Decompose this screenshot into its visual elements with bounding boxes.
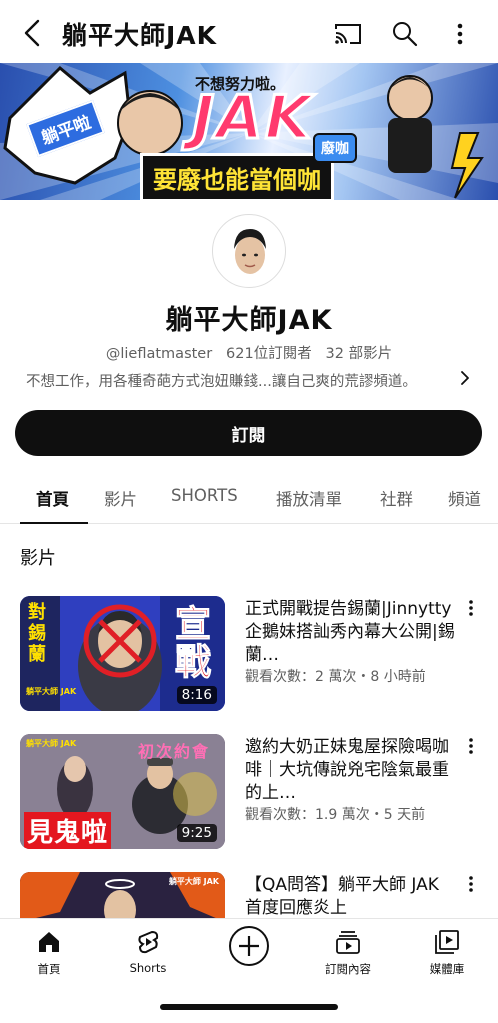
nav-subscriptions[interactable]: 訂閱內容: [308, 929, 388, 977]
nav-label: Shorts: [129, 961, 167, 975]
more-vert-icon[interactable]: [464, 874, 478, 894]
avatar-face: [234, 229, 266, 274]
section-heading: 影片: [20, 548, 56, 569]
banner-slogan: 要廢也能當個咖: [140, 153, 334, 200]
nav-library[interactable]: 媒體庫: [407, 929, 487, 977]
thumbnail-brand: 躺平大師 JAK: [26, 687, 77, 696]
channel-avatar[interactable]: [212, 214, 286, 288]
nav-label: 訂閱內容: [325, 962, 371, 976]
video-thumbnail[interactable]: 對錫蘭 宣戰 躺平大師 JAK 8:16: [20, 596, 225, 711]
chevron-right-icon[interactable]: [458, 369, 472, 387]
subscribe-button[interactable]: 訂閱: [15, 410, 482, 456]
subscriptions-icon: [336, 931, 360, 954]
video-thumbnail[interactable]: 初次約會 見鬼啦 躺平大師 JAK 9:25: [20, 734, 225, 849]
tab-home[interactable]: 首頁: [36, 486, 69, 510]
video-title[interactable]: 邀約大奶正妹鬼屋探險喝咖啡｜大坑傳說兇宅陰氣最重的上…: [245, 736, 455, 805]
nav-home[interactable]: 首頁: [9, 929, 89, 977]
nav-shorts[interactable]: Shorts: [108, 929, 188, 975]
video-item[interactable]: 對錫蘭 宣戰 躺平大師 JAK 8:16 正式開戰提告錫蘭|Jinnytty企鵝…: [0, 596, 498, 716]
page-title: 躺平大師JAK: [62, 21, 218, 50]
video-item[interactable]: 躺平大師 JAK 【QA問答】躺平大師 JAK 首度回應炎上: [0, 872, 498, 918]
more-vert-icon[interactable]: [450, 20, 470, 48]
channel-meta: @lieflatmaster 621位訂閱者 32 部影片: [0, 342, 498, 363]
video-count: 32 部影片: [325, 346, 393, 362]
channel-handle: @lieflatmaster: [105, 346, 213, 362]
thumbnail-brand: 躺平大師 JAK: [26, 739, 77, 748]
tab-shorts[interactable]: SHORTS: [171, 486, 238, 505]
video-meta: 觀看次數：2 萬次・8 小時前: [245, 669, 426, 685]
tab-channels[interactable]: 頻道: [448, 486, 481, 510]
thumbnail-text: 見鬼啦: [24, 812, 112, 849]
home-icon: [39, 932, 59, 952]
tab-community[interactable]: 社群: [380, 486, 413, 510]
video-title[interactable]: 【QA問答】躺平大師 JAK 首度回應炎上: [245, 874, 455, 918]
thumbnail-brand: 躺平大師 JAK: [168, 877, 219, 886]
channel-banner: 不想努力啦。 JAK 要廢也能當個咖 躺平啦 廢咖: [0, 63, 498, 200]
nav-label: 首頁: [37, 962, 61, 976]
channel-name: 躺平大師JAK: [165, 305, 333, 336]
thumbnail-text: 宣戰: [175, 604, 212, 683]
library-icon: [435, 930, 459, 954]
tab-playlists[interactable]: 播放清單: [276, 486, 342, 510]
banner-logo: JAK: [190, 82, 314, 155]
video-thumbnail[interactable]: 躺平大師 JAK: [20, 872, 225, 918]
banner-tag-right: 廢咖: [313, 133, 357, 163]
video-meta: 觀看次數：1.9 萬次・5 天前: [245, 807, 426, 823]
video-duration: 9:25: [176, 824, 217, 842]
create-icon: [229, 926, 269, 966]
nav-label: 媒體庫: [429, 962, 465, 976]
shorts-icon: [138, 930, 159, 954]
search-icon[interactable]: [390, 20, 420, 48]
more-vert-icon[interactable]: [464, 598, 478, 618]
more-vert-icon[interactable]: [464, 736, 478, 756]
top-app-bar: 躺平大師JAK: [0, 0, 498, 64]
subscriber-count: 621位訂閱者: [226, 346, 312, 362]
channel-tabs: 首頁 影片 SHORTS 播放清單 社群 頻道: [0, 470, 498, 524]
thumbnail-text: 初次約會: [138, 742, 211, 761]
channel-description[interactable]: 不想工作，用各種奇葩方式泡妞賺錢...讓自己爽的荒謬頻道。: [26, 370, 456, 391]
video-title[interactable]: 正式開戰提告錫蘭|Jinnytty企鵝妹搭訕秀內幕大公開|錫蘭…: [245, 598, 455, 667]
video-duration: 8:16: [176, 686, 217, 704]
cast-icon[interactable]: [333, 20, 363, 48]
nav-create[interactable]: [209, 925, 289, 967]
home-indicator: [160, 1004, 338, 1010]
thumbnail-text: 對錫蘭: [28, 602, 46, 665]
tab-videos[interactable]: 影片: [104, 486, 137, 510]
back-icon[interactable]: [18, 18, 46, 48]
active-tab-indicator: [20, 522, 88, 524]
video-item[interactable]: 初次約會 見鬼啦 躺平大師 JAK 9:25 邀約大奶正妹鬼屋探險喝咖啡｜大坑傳…: [0, 734, 498, 854]
